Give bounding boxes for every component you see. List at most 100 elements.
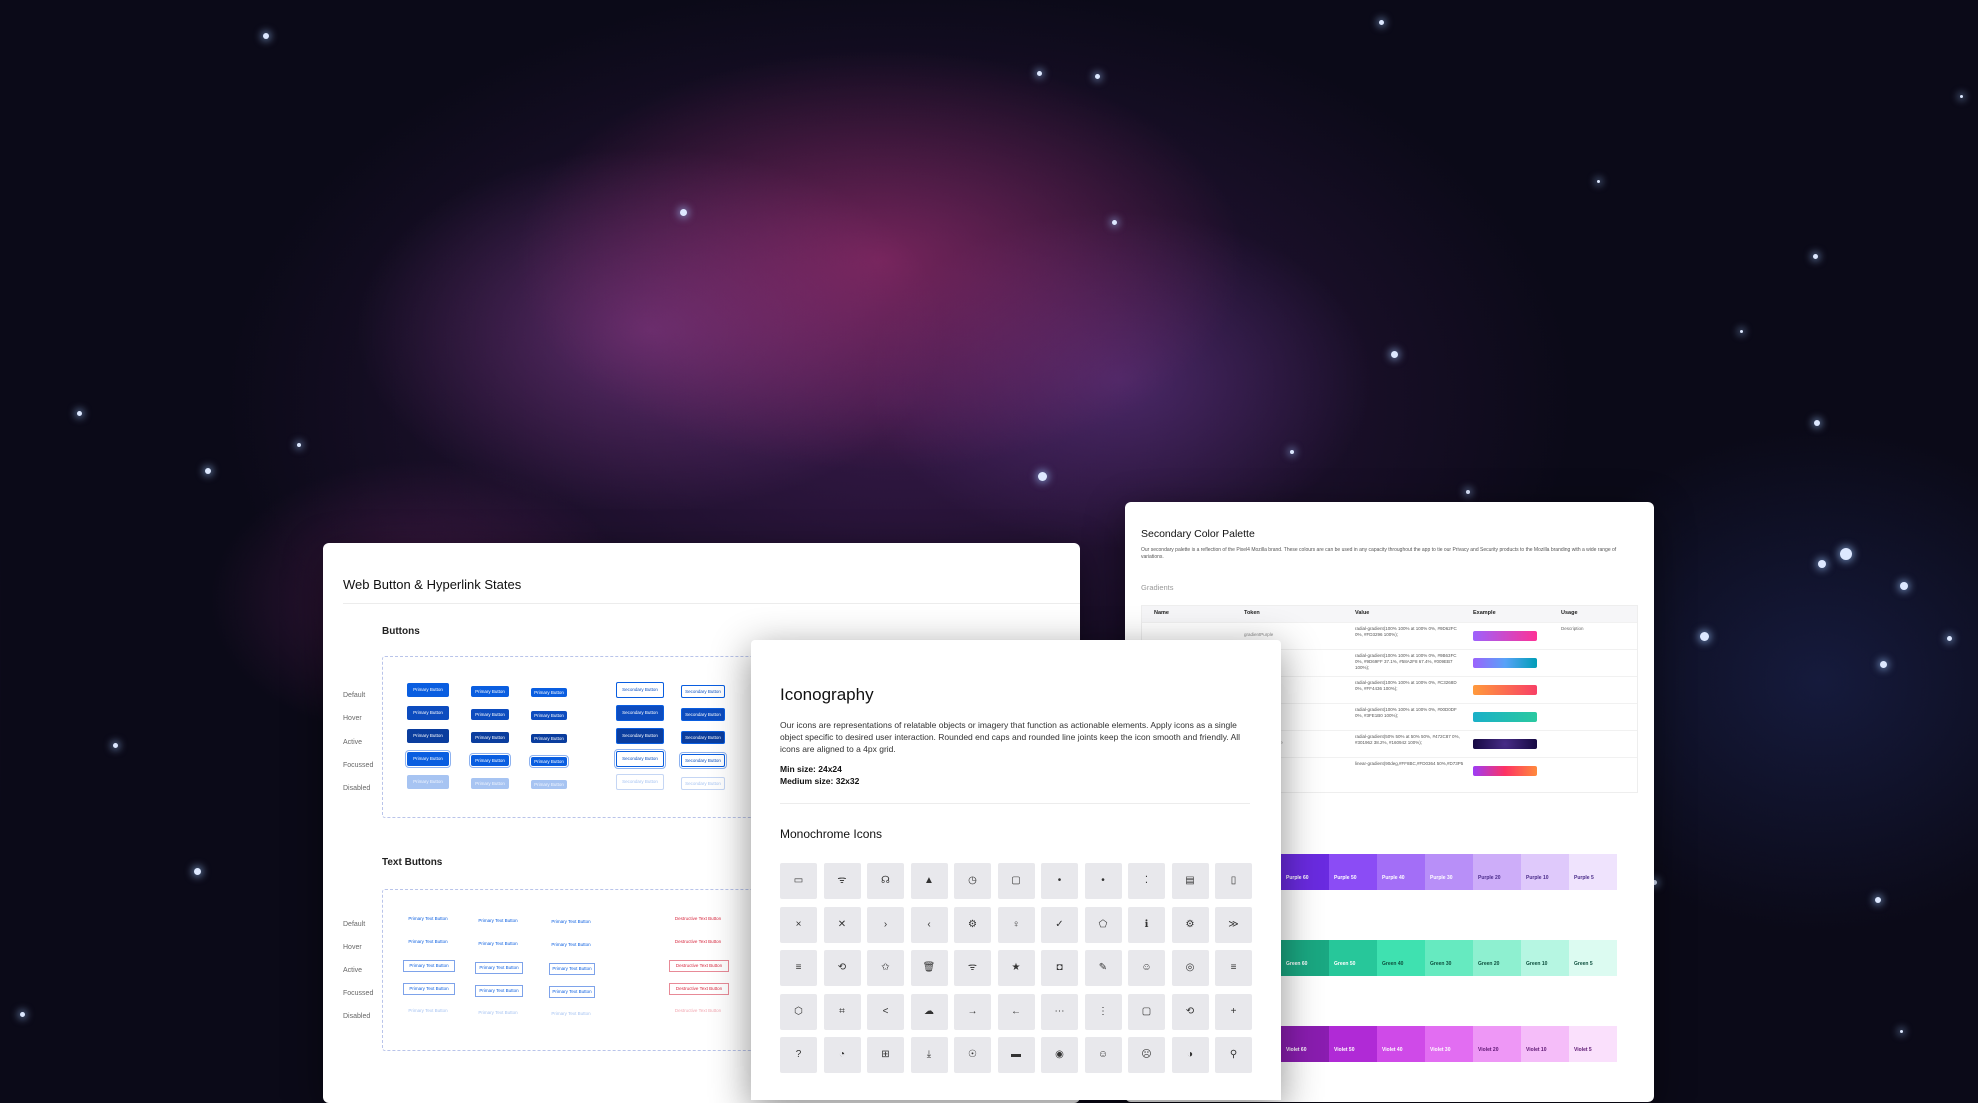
monochrome-icon: ◉ — [1041, 1037, 1078, 1073]
primary-text-button-hover[interactable]: Primary Text Button — [403, 937, 453, 947]
primary-text-button-hover[interactable]: Primary Text Button — [549, 940, 593, 950]
color-swatch: Violet 5 — [1569, 1026, 1617, 1062]
color-swatch: Purple 60 — [1281, 854, 1329, 890]
iconography-description: Our icons are representations of relatab… — [780, 720, 1241, 754]
color-swatch: Green 40 — [1377, 940, 1425, 976]
star — [1700, 632, 1709, 641]
color-swatch: Purple 50 — [1329, 854, 1377, 890]
primary-button-focussed[interactable]: Primary Button — [529, 755, 569, 768]
divider — [780, 803, 1250, 804]
state-label: Disabled — [343, 785, 371, 792]
monochrome-icon: ✓ — [1041, 906, 1078, 943]
secondary-button-active[interactable]: Secondary Button — [616, 728, 664, 744]
gradient-swatch — [1473, 739, 1537, 749]
swatch-label: Violet 60 — [1286, 1047, 1307, 1053]
primary-button-hover[interactable]: Primary Button — [407, 706, 449, 720]
monochrome-icon: ⚲ — [1215, 1037, 1252, 1073]
monochrome-icon: × — [780, 906, 817, 943]
primary-button[interactable]: Primary Button — [531, 688, 567, 697]
primary-text-button[interactable]: Primary Text Button — [475, 916, 521, 926]
primary-text-button-focussed[interactable]: Primary Text Button — [475, 985, 523, 997]
monochrome-icon: › — [867, 906, 904, 943]
primary-button-active[interactable]: Primary Button — [407, 729, 449, 743]
monochrome-icon: ✎ — [1084, 950, 1122, 986]
star — [1900, 582, 1908, 590]
monochrome-icon: ▬ — [997, 1037, 1035, 1073]
swatch-label: Violet 40 — [1382, 1047, 1403, 1053]
monochrome-icon: ◷ — [954, 863, 991, 899]
star — [1391, 351, 1398, 358]
primary-button-focussed[interactable]: Primary Button — [405, 750, 451, 768]
primary-button-active[interactable]: Primary Button — [531, 734, 567, 743]
primary-text-button-focussed[interactable]: Primary Text Button — [549, 986, 595, 998]
color-swatch: Green 10 — [1521, 940, 1569, 976]
state-label: Focussed — [343, 762, 374, 769]
primary-text-button-disabled: Primary Text Button — [478, 1010, 518, 1015]
monochrome-icon: ≡ — [1215, 950, 1252, 986]
color-swatch: Purple 5 — [1569, 854, 1617, 890]
destructive-text-button-hover[interactable]: Destructive Text Button — [669, 937, 727, 947]
destructive-text-button-focussed[interactable]: Destructive Text Button — [669, 983, 729, 995]
star — [1814, 420, 1820, 426]
swatch-label: Purple 50 — [1334, 875, 1357, 881]
destructive-text-button[interactable]: Destructive Text Button — [669, 914, 727, 924]
color-swatch: Violet 60 — [1281, 1026, 1329, 1062]
monochrome-icon: ▢ — [1128, 993, 1165, 1030]
monochrome-icon: ✕ — [823, 906, 861, 943]
destructive-text-button-disabled: Destructive Text Button — [674, 1008, 722, 1013]
palette-description: Our secondary palette is a reflection of… — [1141, 547, 1617, 560]
swatch-label: Purple 40 — [1382, 875, 1405, 881]
gradient-swatch — [1473, 712, 1537, 722]
primary-text-button-active[interactable]: Primary Text Button — [403, 960, 455, 972]
swatch-label: Violet 20 — [1478, 1047, 1499, 1053]
star — [1880, 661, 1887, 668]
iconography-panel: Iconography Our icons are representation… — [751, 640, 1281, 1100]
monochrome-icon: ☺ — [1084, 1037, 1122, 1073]
secondary-button[interactable]: Secondary Button — [681, 685, 725, 698]
secondary-button-hover[interactable]: Secondary Button — [681, 708, 725, 721]
monochrome-icon: ☺ — [1128, 950, 1165, 986]
primary-button[interactable]: Primary Button — [407, 683, 449, 697]
primary-text-button-hover[interactable]: Primary Text Button — [475, 939, 521, 949]
secondary-button[interactable]: Secondary Button — [616, 682, 664, 698]
primary-text-button[interactable]: Primary Text Button — [403, 914, 453, 924]
primary-button-disabled: Primary Button — [471, 778, 509, 789]
monochrome-icon: ◎ — [1171, 950, 1209, 986]
monochrome-icon: ☉ — [954, 1037, 991, 1073]
secondary-button-focussed[interactable]: Secondary Button — [679, 752, 727, 769]
secondary-button-hover[interactable]: Secondary Button — [616, 705, 664, 721]
star — [1038, 472, 1047, 481]
monochrome-icon: ⬠ — [1084, 906, 1122, 943]
secondary-button-focussed[interactable]: Secondary Button — [614, 749, 666, 769]
divider — [343, 603, 1080, 604]
star — [1037, 71, 1042, 76]
star — [1875, 897, 1881, 903]
swatch-label: Violet 5 — [1574, 1047, 1592, 1053]
primary-text-button[interactable]: Primary Text Button — [549, 917, 593, 927]
monochrome-icon: ⬡ — [780, 993, 817, 1030]
color-swatch: Purple 20 — [1473, 854, 1521, 890]
swatch-label: Green 50 — [1334, 961, 1356, 967]
value-cell: radial-gradient(100% 100% at 100% 0%, #9… — [1355, 653, 1457, 670]
swatch-label: Purple 20 — [1478, 875, 1501, 881]
token-cell: gradientPurple — [1244, 632, 1274, 637]
monochrome-icon: → — [954, 993, 991, 1030]
primary-button-hover[interactable]: Primary Button — [531, 711, 567, 720]
star — [297, 443, 301, 447]
primary-text-button-active[interactable]: Primary Text Button — [549, 963, 595, 975]
monochrome-icon: ◘ — [1041, 950, 1078, 986]
primary-text-button-active[interactable]: Primary Text Button — [475, 962, 523, 974]
primary-button-active[interactable]: Primary Button — [471, 732, 509, 743]
monochrome-icon: ▢ — [997, 863, 1035, 899]
monochrome-icon: ☊ — [867, 863, 904, 899]
primary-button[interactable]: Primary Button — [471, 686, 509, 697]
secondary-button-active[interactable]: Secondary Button — [681, 731, 725, 744]
primary-button-focussed[interactable]: Primary Button — [469, 753, 511, 768]
state-label: Default — [343, 692, 366, 699]
primary-text-button-focussed[interactable]: Primary Text Button — [403, 983, 455, 995]
monochrome-icon: ☁ — [910, 993, 948, 1030]
destructive-text-button-active[interactable]: Destructive Text Button — [669, 960, 729, 972]
star — [1466, 490, 1470, 494]
monochrome-icon: ℹ — [1128, 906, 1165, 943]
primary-button-hover[interactable]: Primary Button — [471, 709, 509, 720]
